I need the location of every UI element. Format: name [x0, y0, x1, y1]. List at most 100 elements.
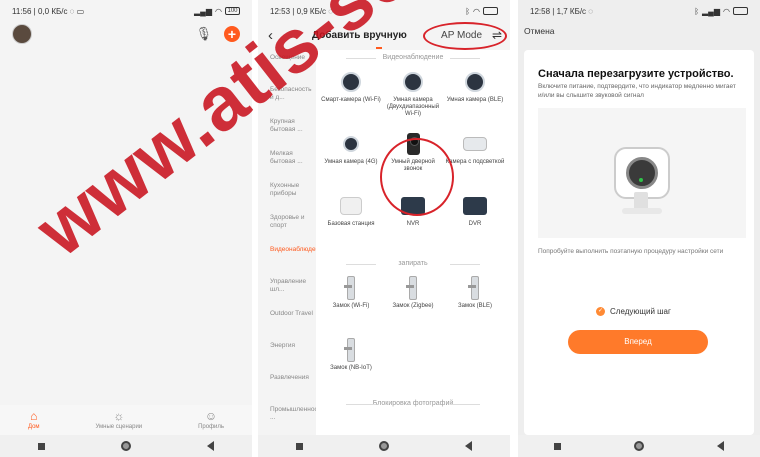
status-time-speed: 12:53 | 0,9 КБ/с ◌	[270, 6, 334, 16]
camera-icon	[403, 72, 423, 92]
device-lock-nbiot[interactable]: Замок (NB-IoT)	[320, 334, 382, 396]
back-nav-icon[interactable]	[465, 441, 472, 451]
status-icons: ▂▄▆ ◠ 100	[194, 7, 240, 16]
sidebar-item-small-appliances[interactable]: Мелкая бытовая ...	[258, 146, 316, 178]
camera-icon	[465, 72, 485, 92]
recents-icon[interactable]	[554, 442, 562, 450]
device-grid-locks: Замок (Wi-Fi) Замок (Zigbee) Замок (BLE)…	[316, 272, 510, 396]
sidebar-item-video-surveillance[interactable]: Видеонаблюдение	[258, 242, 326, 274]
screenshot-stage: 11:56 | 0,0 КБ/с ◌ ▭ ▂▄▆ ◠ 100 🎙︎ + ⌂ До…	[0, 0, 760, 457]
camera-icon	[343, 136, 359, 152]
wifi-icon: ◠	[215, 6, 222, 16]
device-lock-zigbee[interactable]: Замок (Zigbee)	[382, 272, 444, 334]
device-lock-wifi[interactable]: Замок (Wi-Fi)	[320, 272, 382, 334]
highlight-ellipse-ap-mode	[423, 22, 507, 50]
device-base-station[interactable]: Базовая станция	[320, 190, 382, 252]
lock-icon	[344, 338, 355, 362]
battery-icon	[483, 7, 498, 15]
tab-home[interactable]: ⌂ Дом	[28, 410, 40, 430]
lock-icon	[468, 276, 479, 300]
sidebar-item-outdoor-travel[interactable]: Outdoor Travel	[258, 306, 316, 338]
avatar[interactable]	[12, 24, 32, 44]
sidebar-item-security[interactable]: Безопасность и д...	[258, 82, 316, 114]
battery-icon	[733, 7, 748, 15]
device-4g-camera[interactable]: Умная камера (4G)	[320, 128, 382, 190]
wifi-icon: ◠	[723, 6, 730, 16]
home-icon: ⌂	[30, 409, 38, 423]
indicator-led	[639, 178, 643, 182]
sidebar-item-entertainment[interactable]: Развлечения	[258, 370, 316, 402]
home-nav-icon[interactable]	[121, 441, 131, 451]
signal-icon: ▂▄▆	[702, 6, 721, 16]
reset-description: Включите питание, подтвердите, что индик…	[538, 83, 736, 99]
lock-icon	[406, 276, 417, 300]
bluetooth-icon: ᛒ	[694, 6, 700, 16]
status-bar: 12:53 | 0,9 КБ/с ◌ ᛒ ◠	[258, 0, 510, 22]
sidebar-item-energy[interactable]: Энергия	[258, 338, 316, 370]
tab-smart-scenes[interactable]: ☼ Умные сценарии	[95, 410, 142, 430]
next-button[interactable]: Вперед	[568, 330, 708, 354]
device-lock-ble[interactable]: Замок (BLE)	[444, 272, 506, 334]
sidebar-item-lighting[interactable]: Освещение	[258, 50, 316, 82]
section-title-photo-lock: Блокировка фотографий	[316, 396, 510, 412]
back-nav-icon[interactable]	[207, 441, 214, 451]
device-list: Видеонаблюдение Смарт-камера (Wi-Fi) Умн…	[316, 50, 510, 435]
section-title-video: Видеонаблюдение	[316, 50, 510, 66]
profile-icon: ☺	[204, 409, 218, 423]
checkbox-label: Следующий шаг	[610, 307, 671, 316]
base-station-icon	[340, 197, 362, 215]
status-time-speed: 12:58 | 1,7 КБ/с ◌	[530, 6, 594, 16]
back-arrow-icon[interactable]: ‹	[268, 27, 298, 44]
title-underline	[376, 47, 382, 49]
status-icons: ᛒ ▂▄▆ ◠	[694, 7, 748, 16]
phone-add-device-screen: 12:53 | 0,9 КБ/с ◌ ᛒ ◠ ‹ Добавить вручну…	[258, 0, 510, 457]
sidebar-item-health[interactable]: Здоровье и спорт	[258, 210, 316, 242]
system-nav-bar	[518, 435, 760, 457]
sun-icon: ☼	[113, 409, 125, 423]
device-ble-camera[interactable]: Умная камера (BLE)	[444, 66, 506, 128]
recents-icon[interactable]	[296, 442, 303, 450]
dvr-icon	[463, 197, 487, 215]
status-time-speed: 11:56 | 0,0 КБ/с ◌ ▭	[12, 6, 85, 16]
step-by-step-link[interactable]: Попробуйте выполнить поэтапную процедуру…	[538, 248, 738, 257]
reset-title: Сначала перезагрузите устройство.	[538, 68, 734, 80]
home-topbar: 🎙︎ +	[0, 22, 252, 46]
sidebar-item-industry[interactable]: Промышленность ...	[258, 402, 324, 434]
next-step-checkbox-row[interactable]: ✓ Следующий шаг	[596, 307, 671, 316]
device-dvr[interactable]: DVR	[444, 190, 506, 252]
signal-icon: ▂▄▆	[194, 6, 213, 16]
sidebar-item-access-control[interactable]: Управление шл...	[258, 274, 316, 306]
home-nav-icon[interactable]	[633, 441, 644, 451]
status-bar: 11:56 | 0,0 КБ/с ◌ ▭ ▂▄▆ ◠ 100	[0, 0, 252, 22]
highlight-circle-doorbell	[380, 138, 454, 216]
wifi-icon: ◠	[473, 6, 480, 16]
sidebar-item-large-appliances[interactable]: Крупная бытовая ...	[258, 114, 316, 146]
add-device-button[interactable]: +	[224, 26, 240, 42]
device-dualband-camera[interactable]: Умная камера (Двухдиапазонный Wi-Fi)	[382, 66, 444, 128]
camera-base	[622, 208, 662, 214]
system-nav-bar	[0, 435, 252, 457]
home-nav-icon[interactable]	[379, 441, 389, 451]
cancel-button[interactable]: Отмена	[524, 26, 555, 36]
system-nav-bar	[258, 435, 510, 457]
battery-icon: 100	[225, 7, 240, 15]
back-nav-icon[interactable]	[716, 441, 724, 451]
bluetooth-icon: ᛒ	[465, 6, 471, 16]
recents-icon[interactable]	[38, 442, 45, 450]
status-icons: ᛒ ◠	[465, 7, 498, 16]
camera-illustration	[538, 108, 746, 238]
sidebar-item-kitchen[interactable]: Кухонные приборы	[258, 178, 316, 210]
tab-profile[interactable]: ☺ Профиль	[198, 410, 224, 430]
checkbox-checked-icon[interactable]: ✓	[596, 307, 605, 316]
microphone-icon[interactable]: 🎙︎	[195, 26, 212, 42]
category-sidebar: Освещение Безопасность и д... Крупная бы…	[258, 50, 326, 435]
phone-home-screen: 11:56 | 0,0 КБ/с ◌ ▭ ▂▄▆ ◠ 100 🎙︎ + ⌂ До…	[0, 0, 252, 457]
section-title-locks: запирать	[316, 256, 510, 272]
device-wifi-camera[interactable]: Смарт-камера (Wi-Fi)	[320, 66, 382, 128]
page-title: Добавить вручную	[312, 29, 407, 41]
phone-reset-device-screen: 12:58 | 1,7 КБ/с ◌ ᛒ ▂▄▆ ◠ Отмена Сначал…	[518, 0, 760, 457]
status-bar: 12:58 | 1,7 КБ/с ◌ ᛒ ▂▄▆ ◠	[518, 0, 760, 22]
reset-instructions-card: Сначала перезагрузите устройство. Включи…	[524, 50, 754, 435]
bottom-tab-bar: ⌂ Дом ☼ Умные сценарии ☺ Профиль	[0, 405, 252, 435]
camera-lens	[626, 157, 658, 189]
